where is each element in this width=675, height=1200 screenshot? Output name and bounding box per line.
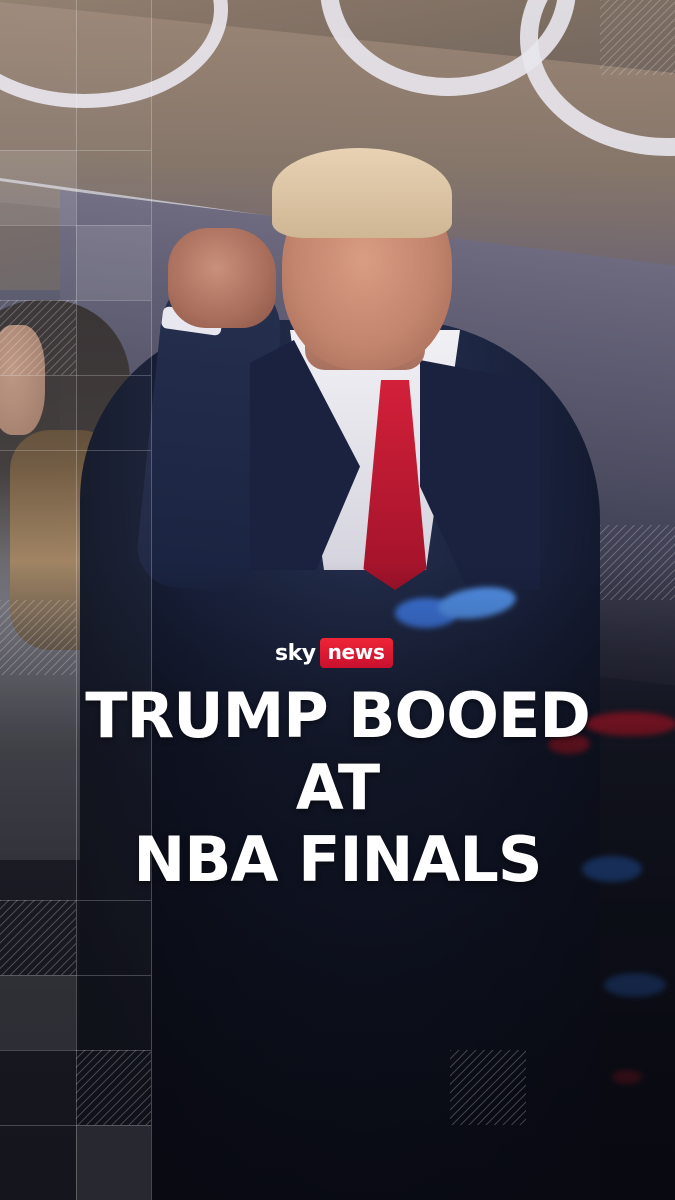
overlay-tile (76, 1125, 151, 1200)
overlay-line (151, 0, 152, 1200)
headline-line-2: NBA FINALS (133, 823, 542, 896)
hair (272, 148, 452, 238)
news-graphic: sky news TRUMP BOOED AT NBA FINALS (0, 0, 675, 1200)
logo-news-badge: news (319, 638, 393, 668)
overlay-line (0, 375, 151, 376)
raised-fist (168, 228, 276, 328)
overlay-column (76, 0, 151, 1200)
overlay-hatch (600, 525, 675, 600)
overlay-hatch (0, 300, 76, 375)
overlay-hatch (600, 0, 675, 75)
headline: TRUMP BOOED AT NBA FINALS (40, 680, 635, 896)
overlay-hatch (76, 1050, 151, 1125)
overlay-hatch (0, 600, 76, 675)
overlay-tile (0, 975, 76, 1050)
overlay-line (0, 450, 151, 451)
logo-brand-text: sky (275, 640, 316, 666)
headline-line-1: TRUMP BOOED AT (85, 679, 591, 824)
overlay-hatch (0, 900, 76, 975)
overlay-hatch (450, 1050, 526, 1125)
sky-news-logo: sky news (275, 637, 393, 669)
overlay-tile (0, 150, 76, 225)
overlay-line (76, 0, 77, 1200)
overlay-tile (76, 225, 151, 300)
